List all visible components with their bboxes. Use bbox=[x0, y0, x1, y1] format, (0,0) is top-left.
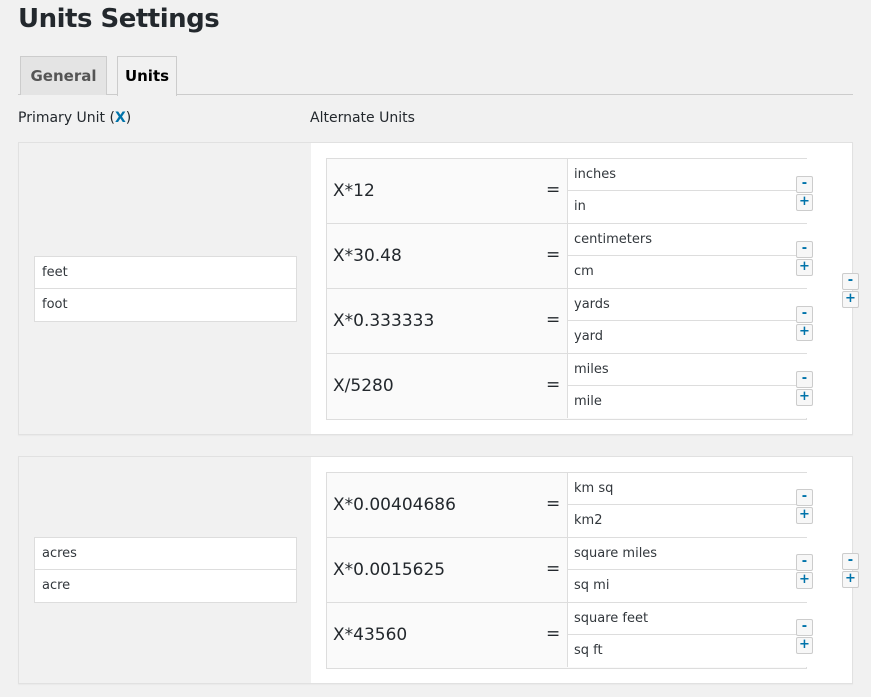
alternate-units-table: X*0.00404686 = km sq km2 X*0.0015625 = s… bbox=[326, 472, 807, 669]
alternate-unit-name[interactable]: sq ft bbox=[568, 635, 807, 667]
primary-unit-header-prefix: Primary Unit ( bbox=[18, 110, 115, 126]
alternate-unit-name[interactable]: sq mi bbox=[568, 570, 807, 602]
alternate-unit-names: square miles sq mi bbox=[567, 538, 807, 602]
alternate-unit-row: X/5280 = miles mile bbox=[327, 354, 807, 419]
conversion-formula[interactable]: X*0.333333 bbox=[333, 289, 434, 353]
equals-sign: = bbox=[546, 375, 561, 395]
page-title: Units Settings bbox=[18, 4, 220, 34]
alternate-units-header: Alternate Units bbox=[310, 110, 415, 126]
primary-unit-name[interactable]: foot bbox=[35, 289, 296, 321]
equals-sign: = bbox=[546, 559, 561, 579]
alternate-unit-name[interactable]: in bbox=[568, 191, 807, 223]
primary-unit-header: Primary Unit (X) bbox=[18, 110, 131, 126]
primary-unit-box: feet foot bbox=[34, 256, 297, 322]
primary-unit-name[interactable]: acres bbox=[35, 538, 296, 570]
alternate-unit-names: km sq km2 bbox=[567, 473, 807, 537]
add-group-button[interactable]: + bbox=[842, 571, 859, 588]
alternate-units-table: X*12 = inches in X*30.48 = centimeters c… bbox=[326, 158, 807, 420]
alternate-unit-name[interactable]: cm bbox=[568, 256, 807, 288]
remove-alternate-button[interactable]: - bbox=[796, 619, 813, 636]
equals-sign: = bbox=[546, 310, 561, 330]
alternate-unit-row: X*43560 = square feet sq ft bbox=[327, 603, 807, 668]
primary-unit-box: acres acre bbox=[34, 537, 297, 603]
conversion-formula[interactable]: X*43560 bbox=[333, 603, 407, 667]
equals-sign: = bbox=[546, 245, 561, 265]
alternate-unit-row: X*0.0015625 = square miles sq mi bbox=[327, 538, 807, 603]
alternate-unit-row: X*12 = inches in bbox=[327, 159, 807, 224]
remove-alternate-button[interactable]: - bbox=[796, 554, 813, 571]
equals-sign: = bbox=[546, 494, 561, 514]
add-alternate-button[interactable]: + bbox=[796, 507, 813, 524]
alternate-unit-names: square feet sq ft bbox=[567, 603, 807, 667]
alternate-unit-row: X*30.48 = centimeters cm bbox=[327, 224, 807, 289]
tab-units[interactable]: Units bbox=[117, 56, 177, 96]
alternate-unit-name[interactable]: yards bbox=[568, 289, 807, 321]
primary-unit-variable: X bbox=[114, 110, 126, 126]
add-alternate-button[interactable]: + bbox=[796, 324, 813, 341]
alternate-unit-name[interactable]: square feet bbox=[568, 603, 807, 635]
alternate-unit-name[interactable]: centimeters bbox=[568, 224, 807, 256]
remove-alternate-button[interactable]: - bbox=[796, 371, 813, 388]
alternate-unit-name[interactable]: miles bbox=[568, 354, 807, 386]
conversion-formula[interactable]: X*30.48 bbox=[333, 224, 402, 288]
conversion-formula[interactable]: X*0.00404686 bbox=[333, 473, 456, 537]
alternate-unit-names: miles mile bbox=[567, 354, 807, 418]
add-group-button[interactable]: + bbox=[842, 291, 859, 308]
alternate-unit-name[interactable]: km2 bbox=[568, 505, 807, 537]
remove-alternate-button[interactable]: - bbox=[796, 176, 813, 193]
settings-tabs: General Units bbox=[18, 56, 853, 96]
add-alternate-button[interactable]: + bbox=[796, 259, 813, 276]
equals-sign: = bbox=[546, 180, 561, 200]
primary-unit-header-suffix: ) bbox=[125, 110, 132, 126]
primary-unit-name[interactable]: feet bbox=[35, 257, 296, 289]
remove-group-button[interactable]: - bbox=[842, 553, 859, 570]
unit-group-acres: acres acre X*0.00404686 = km sq km2 X*0.… bbox=[18, 456, 859, 684]
remove-group-button[interactable]: - bbox=[842, 273, 859, 290]
add-alternate-button[interactable]: + bbox=[796, 389, 813, 406]
remove-alternate-button[interactable]: - bbox=[796, 489, 813, 506]
alternate-unit-row: X*0.00404686 = km sq km2 bbox=[327, 473, 807, 538]
alternate-unit-name[interactable]: km sq bbox=[568, 473, 807, 505]
remove-alternate-button[interactable]: - bbox=[796, 306, 813, 323]
conversion-formula[interactable]: X*12 bbox=[333, 159, 375, 223]
alternate-unit-name[interactable]: mile bbox=[568, 386, 807, 418]
alternate-unit-row: X*0.333333 = yards yard bbox=[327, 289, 807, 354]
primary-unit-name[interactable]: acre bbox=[35, 570, 296, 602]
add-alternate-button[interactable]: + bbox=[796, 637, 813, 654]
remove-alternate-button[interactable]: - bbox=[796, 241, 813, 258]
tab-general[interactable]: General bbox=[20, 56, 107, 95]
alternate-unit-names: centimeters cm bbox=[567, 224, 807, 288]
add-alternate-button[interactable]: + bbox=[796, 194, 813, 211]
conversion-formula[interactable]: X*0.0015625 bbox=[333, 538, 445, 602]
add-alternate-button[interactable]: + bbox=[796, 572, 813, 589]
conversion-formula[interactable]: X/5280 bbox=[333, 354, 394, 418]
alternate-unit-name[interactable]: square miles bbox=[568, 538, 807, 570]
alternate-unit-name[interactable]: yard bbox=[568, 321, 807, 353]
unit-group-feet: feet foot X*12 = inches in X*30.48 = cen… bbox=[18, 142, 859, 435]
alternate-unit-names: yards yard bbox=[567, 289, 807, 353]
alternate-unit-name[interactable]: inches bbox=[568, 159, 807, 191]
equals-sign: = bbox=[546, 624, 561, 644]
alternate-unit-names: inches in bbox=[567, 159, 807, 223]
